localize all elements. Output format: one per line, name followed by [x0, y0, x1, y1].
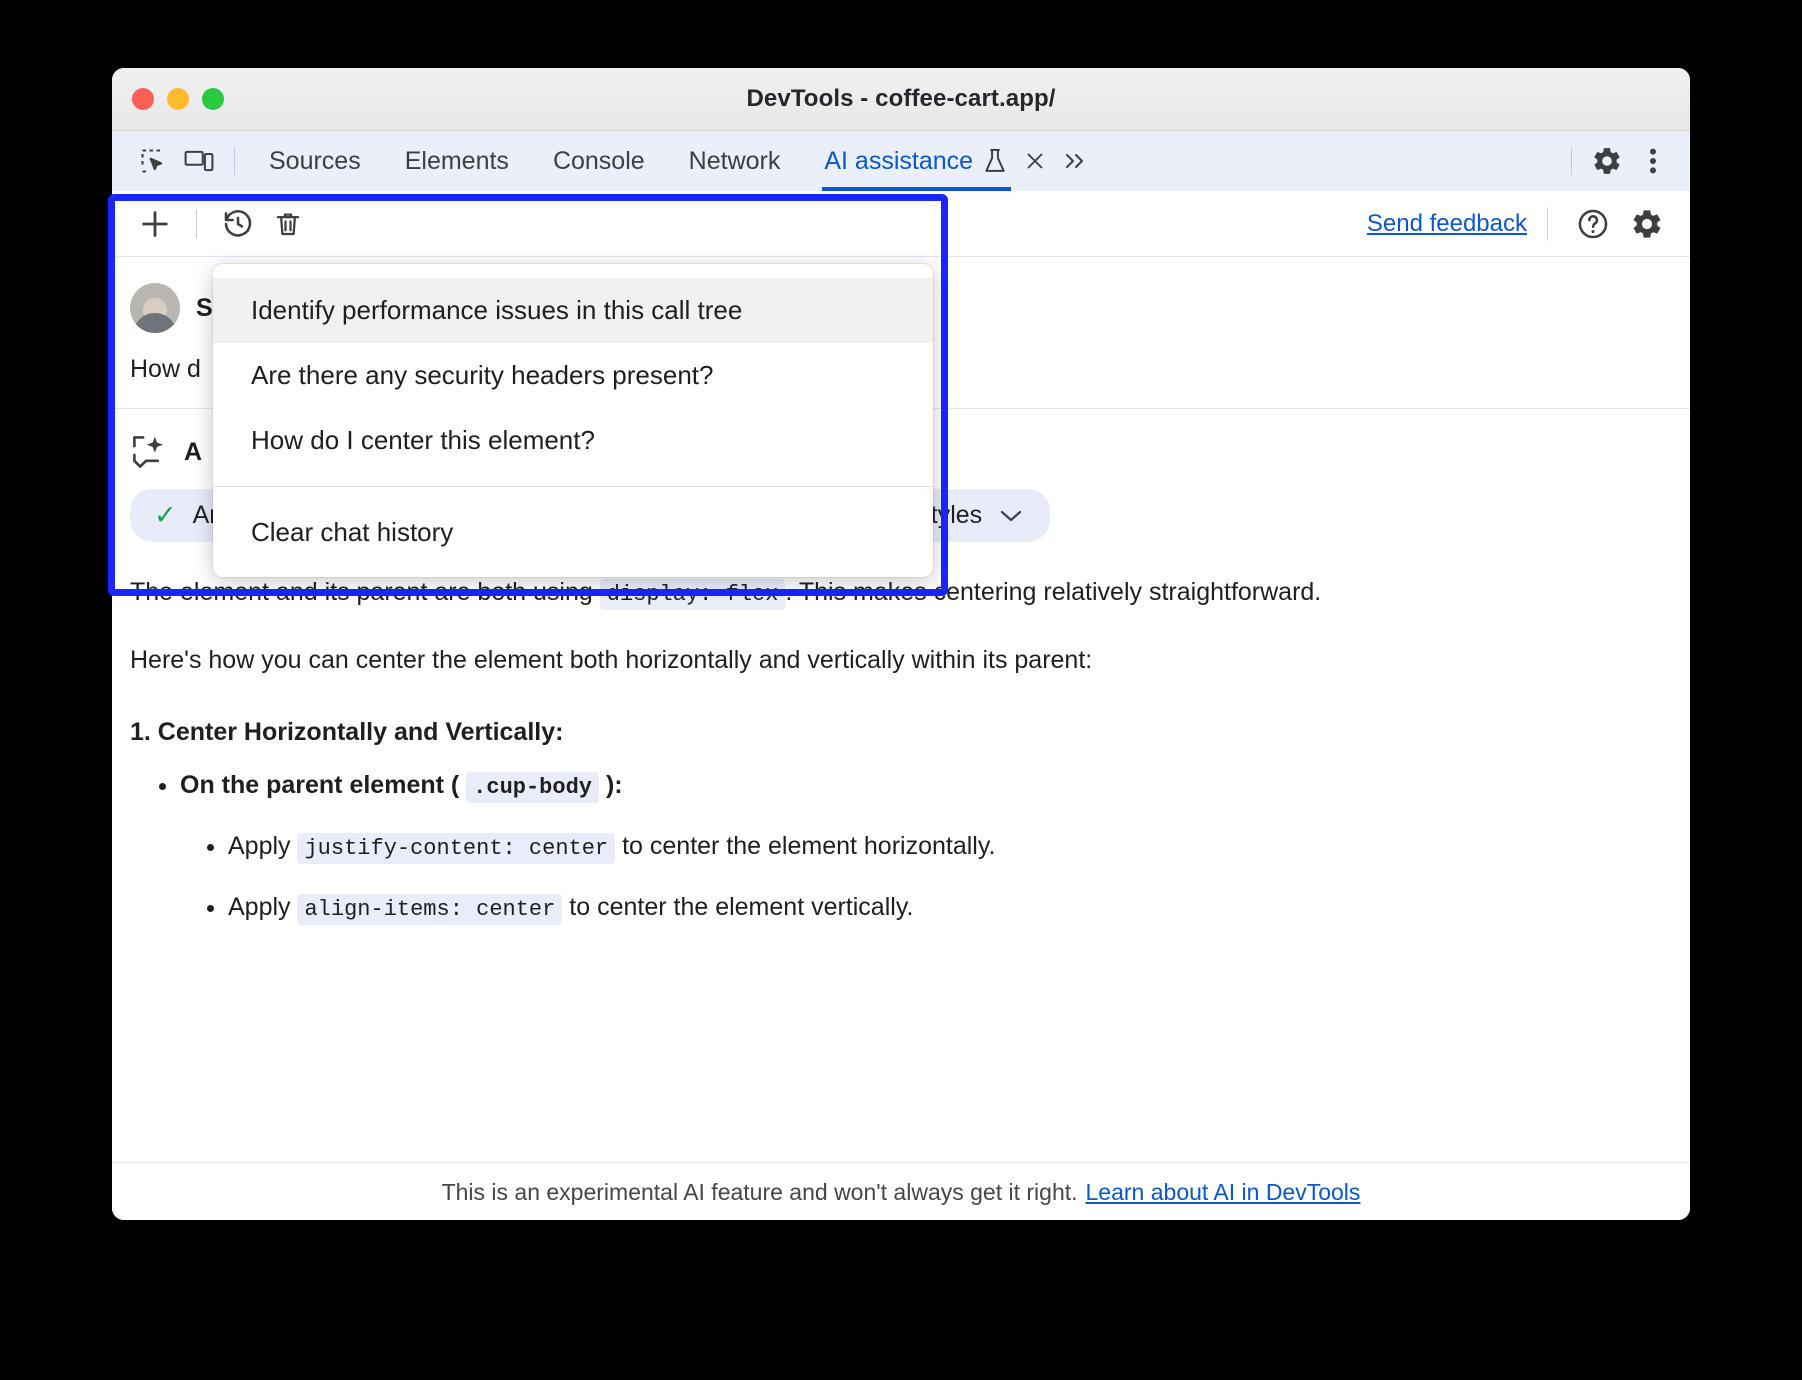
ai-sparkle-icon: [130, 433, 168, 471]
answer-paragraph-2: Here's how you can center the element bo…: [130, 644, 1650, 678]
delete-icon[interactable]: [263, 199, 313, 249]
code-align-items: align-items: center: [297, 894, 562, 925]
avatar: [130, 283, 180, 333]
gear-icon[interactable]: [1584, 139, 1630, 183]
panel-footer: This is an experimental AI feature and w…: [112, 1162, 1690, 1220]
menu-divider: [213, 486, 933, 487]
sub1-after: to center the element horizontally.: [615, 832, 995, 860]
ai-toolbar-right: Send feedback: [1367, 199, 1690, 249]
toolbar-divider: [234, 147, 235, 175]
answer-heading-1: 1. Center Horizontally and Vertically:: [130, 716, 1650, 750]
answer-markdown: The element and its parent are both usin…: [112, 576, 1690, 922]
tab-ai-assistance[interactable]: AI assistance: [802, 131, 1015, 191]
more-options-icon[interactable]: [1630, 139, 1676, 183]
code-cup-body: .cup-body: [466, 772, 599, 803]
answer-name: A: [184, 438, 202, 467]
menu-item-center-element[interactable]: How do I center this element?: [213, 408, 933, 473]
sub1-before: Apply: [228, 832, 297, 860]
menu-item-security-headers[interactable]: Are there any security headers present?: [213, 343, 933, 408]
chevron-down-icon: [998, 507, 1024, 525]
tab-sources[interactable]: Sources: [247, 131, 383, 191]
tabbar-divider: [1571, 147, 1572, 175]
send-feedback-link[interactable]: Send feedback: [1367, 210, 1527, 238]
tab-network[interactable]: Network: [667, 131, 803, 191]
window-titlebar: DevTools - coffee-cart.app/: [112, 68, 1690, 131]
close-tab-icon[interactable]: [1015, 139, 1055, 183]
devtools-tabbar: Sources Elements Console Network AI assi…: [112, 131, 1690, 191]
tabbar-right-actions: [1559, 139, 1690, 183]
learn-about-ai-link[interactable]: Learn about AI in DevTools: [1086, 1179, 1361, 1206]
sub2-after: to center the element vertically.: [562, 893, 913, 921]
help-icon[interactable]: [1568, 199, 1618, 249]
chat-history-icon[interactable]: [213, 199, 263, 249]
screenshot-root: DevTools - coffee-cart.app/ Sources Elem…: [0, 0, 1802, 1380]
answer-paragraph-1: The element and its parent are both usin…: [130, 576, 1650, 610]
tab-elements[interactable]: Elements: [383, 131, 531, 191]
code-display-flex: display: flex: [600, 579, 786, 610]
list-item: On the parent element ( .cup-body ): App…: [180, 771, 1650, 922]
sub2-before: Apply: [228, 893, 297, 921]
device-toolbar-icon[interactable]: [176, 139, 222, 183]
ai-toolbar-divider: [196, 210, 197, 238]
new-chat-icon[interactable]: [130, 199, 180, 249]
menu-item-clear-chat-history[interactable]: Clear chat history: [213, 500, 933, 565]
devtools-window: DevTools - coffee-cart.app/ Sources Elem…: [112, 68, 1690, 1220]
tab-ai-assistance-label: AI assistance: [824, 131, 973, 191]
footer-text: This is an experimental AI feature and w…: [442, 1179, 1078, 1206]
chat-history-dropdown-menu: Identify performance issues in this call…: [213, 264, 933, 577]
feedback-divider: [1547, 207, 1548, 241]
panel-settings-gear-icon[interactable]: [1622, 199, 1672, 249]
tab-console[interactable]: Console: [531, 131, 667, 191]
list-item: Apply justify-content: center to center …: [228, 832, 1650, 861]
user-name: S: [196, 294, 213, 323]
answer-sub-bullet-list: Apply justify-content: center to center …: [180, 832, 1650, 922]
more-tabs-icon[interactable]: [1055, 139, 1095, 183]
bullet1-after: ):: [599, 771, 623, 799]
para1-before: The element and its parent are both usin…: [130, 578, 600, 606]
answer-bullet-list: On the parent element ( .cup-body ): App…: [130, 771, 1650, 922]
window-title: DevTools - coffee-cart.app/: [112, 85, 1690, 113]
list-item: Apply align-items: center to center the …: [228, 893, 1650, 922]
code-justify-content: justify-content: center: [297, 833, 615, 864]
bullet1-before: On the parent element (: [180, 771, 466, 799]
menu-item-identify-performance[interactable]: Identify performance issues in this call…: [213, 278, 933, 343]
flask-icon: [983, 147, 1007, 175]
check-icon: ✓: [154, 502, 177, 529]
inspect-element-icon[interactable]: [130, 139, 176, 183]
ai-panel-toolbar: Send feedback: [112, 191, 1690, 257]
para1-after: . This makes centering relatively straig…: [785, 578, 1321, 606]
